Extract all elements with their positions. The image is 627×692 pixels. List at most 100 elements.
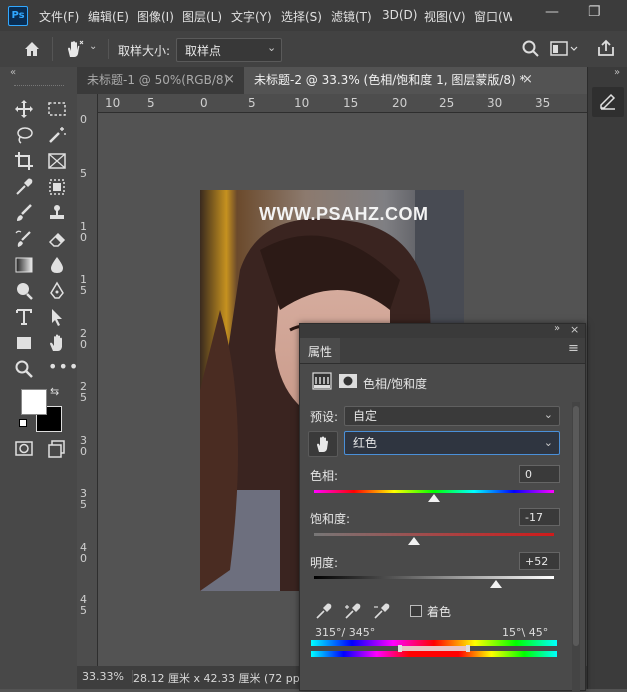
lasso-tool-icon[interactable] [14, 125, 34, 145]
frame-tool-icon[interactable] [47, 151, 67, 171]
expand-panels-icon[interactable]: » [614, 67, 620, 78]
color-range-bar-bottom[interactable] [311, 651, 557, 657]
ruler-tick: 10 [294, 96, 310, 110]
eyedropper-icon[interactable] [314, 601, 334, 621]
home-button[interactable] [12, 37, 53, 61]
maximize-button[interactable]: ❐ [588, 4, 601, 20]
colorize-checkbox[interactable] [410, 605, 422, 617]
default-colors-icon[interactable] [19, 419, 27, 427]
menu-3d[interactable]: 3D(D) [382, 8, 417, 22]
eyedropper-subtract-icon[interactable] [372, 601, 392, 621]
tool-preset-picker[interactable]: ⌄ [63, 39, 103, 59]
lightness-slider-thumb[interactable] [490, 580, 503, 588]
preset-value: 自定 [353, 409, 378, 423]
close-tab-icon[interactable]: × [522, 72, 533, 87]
blur-tool-icon[interactable] [47, 255, 67, 275]
magic-wand-icon[interactable] [47, 125, 67, 145]
eyedropper-add-icon[interactable] [343, 601, 363, 621]
menu-bar: Ps 文件(F) 编辑(E) 图像(I) 图层(L) 文字(Y) 选择(S) 滤… [0, 0, 627, 31]
menu-image[interactable]: 图像(I) [137, 8, 174, 25]
object-selection-icon[interactable] [47, 177, 67, 197]
chevron-down-icon: ⌄ [267, 41, 277, 54]
targeted-adjustment-button[interactable] [308, 431, 338, 457]
ruler-horizontal: 10 5 0 5 10 15 20 25 30 35 [97, 94, 587, 113]
ruler-tick: 3 0 [80, 434, 87, 458]
menu-window[interactable]: 窗口(W [474, 8, 512, 25]
more-tools-icon[interactable]: ••• [48, 357, 79, 376]
crop-tool-icon[interactable] [14, 151, 34, 171]
eraser-tool-icon[interactable] [47, 229, 67, 249]
collapse-toolbar-icon[interactable]: « [10, 67, 16, 78]
move-tool-icon[interactable] [14, 99, 34, 119]
menu-filter[interactable]: 滤镜(T) [331, 8, 372, 25]
lightness-slider-track[interactable] [314, 576, 554, 579]
tab-document-1[interactable]: 未标题-1 @ 50%(RGB/8) [77, 67, 244, 94]
channel-select[interactable]: 红色 ⌄ [344, 431, 560, 455]
collapse-panel-icon[interactable]: » [554, 323, 560, 334]
menu-view[interactable]: 视图(V) [424, 8, 466, 25]
ruler-vertical: 0 5 1 0 1 5 2 0 2 5 3 0 3 5 4 0 4 5 [77, 94, 98, 666]
screen-mode-icon[interactable] [47, 439, 67, 459]
marquee-tool-icon[interactable] [47, 99, 67, 119]
eyedropper-tool-icon[interactable] [14, 177, 34, 197]
sample-size-select[interactable]: 取样点 ⌄ [176, 38, 282, 62]
clone-stamp-icon[interactable] [47, 203, 67, 223]
saturation-slider-track[interactable] [314, 533, 554, 536]
menu-layer[interactable]: 图层(L) [182, 8, 222, 25]
close-tab-icon[interactable]: × [224, 72, 235, 87]
photoshop-logo[interactable]: Ps [8, 6, 28, 26]
ruler-tick: 3 5 [80, 487, 87, 511]
quick-mask-icon[interactable] [14, 439, 34, 459]
lightness-value-input[interactable]: +52 [519, 552, 560, 570]
saturation-slider-thumb[interactable] [407, 537, 420, 545]
hue-slider-track[interactable] [314, 490, 554, 493]
zoom-level[interactable]: 33.33% [82, 670, 133, 683]
path-selection-icon[interactable] [47, 307, 67, 327]
history-brush-icon[interactable] [14, 229, 34, 249]
preset-select[interactable]: 自定 ⌄ [344, 406, 560, 426]
ruler-tick: 1 0 [80, 220, 87, 244]
share-icon[interactable] [596, 38, 616, 58]
hand-tool-icon[interactable] [47, 333, 67, 353]
home-icon [25, 42, 39, 56]
menu-type[interactable]: 文字(Y) [231, 8, 272, 25]
scrollbar-thumb[interactable] [573, 406, 579, 646]
ruler-tick: 1 5 [80, 273, 87, 297]
brush-tool-icon[interactable] [14, 203, 34, 223]
panel-title-bar[interactable]: » × [300, 323, 585, 338]
range-handle-left[interactable] [398, 645, 402, 652]
panel-menu-icon[interactable]: ≡ [568, 341, 579, 356]
saturation-value-input[interactable]: -17 [519, 508, 560, 526]
ruler-tick: 5 [248, 96, 256, 110]
minimize-button[interactable]: — [545, 4, 559, 20]
menu-edit[interactable]: 编辑(E) [88, 8, 129, 25]
panel-scrollbar[interactable] [572, 402, 580, 692]
pen-tool-icon[interactable] [47, 281, 67, 301]
gradient-tool-icon[interactable] [14, 255, 34, 275]
hue-slider-thumb[interactable] [428, 494, 440, 502]
menu-select[interactable]: 选择(S) [281, 8, 322, 25]
rectangle-tool-icon[interactable] [14, 333, 34, 353]
tab-document-2[interactable]: 未标题-2 @ 33.3% (色相/饱和度 1, 图层蒙版/8) * [244, 67, 597, 94]
lightness-label: 明度: [310, 556, 339, 570]
tab-properties[interactable]: 属性 [300, 338, 340, 363]
hue-value-input[interactable]: 0 [519, 465, 560, 483]
workspace-icon[interactable] [550, 40, 580, 58]
range-right-text: 15°\ 45° [502, 626, 549, 639]
layer-mask-icon[interactable] [338, 373, 358, 389]
menu-file[interactable]: 文件(F) [39, 8, 79, 25]
hue-label: 色相: [310, 469, 339, 483]
foreground-color-swatch[interactable] [21, 389, 47, 415]
tab-properties-label: 属性 [308, 345, 333, 359]
dodge-tool-icon[interactable] [14, 281, 34, 301]
type-tool-icon[interactable] [14, 307, 34, 327]
range-handle-right[interactable] [466, 645, 470, 652]
close-panel-icon[interactable]: × [570, 323, 579, 336]
search-icon[interactable] [521, 39, 541, 59]
ruler-tick: 20 [392, 96, 408, 110]
zoom-tool-icon[interactable] [14, 359, 34, 379]
swap-colors-icon[interactable]: ⇆ [50, 385, 59, 398]
separator [108, 39, 109, 59]
properties-dock-button[interactable] [592, 87, 624, 117]
color-range-selector[interactable] [400, 646, 468, 651]
